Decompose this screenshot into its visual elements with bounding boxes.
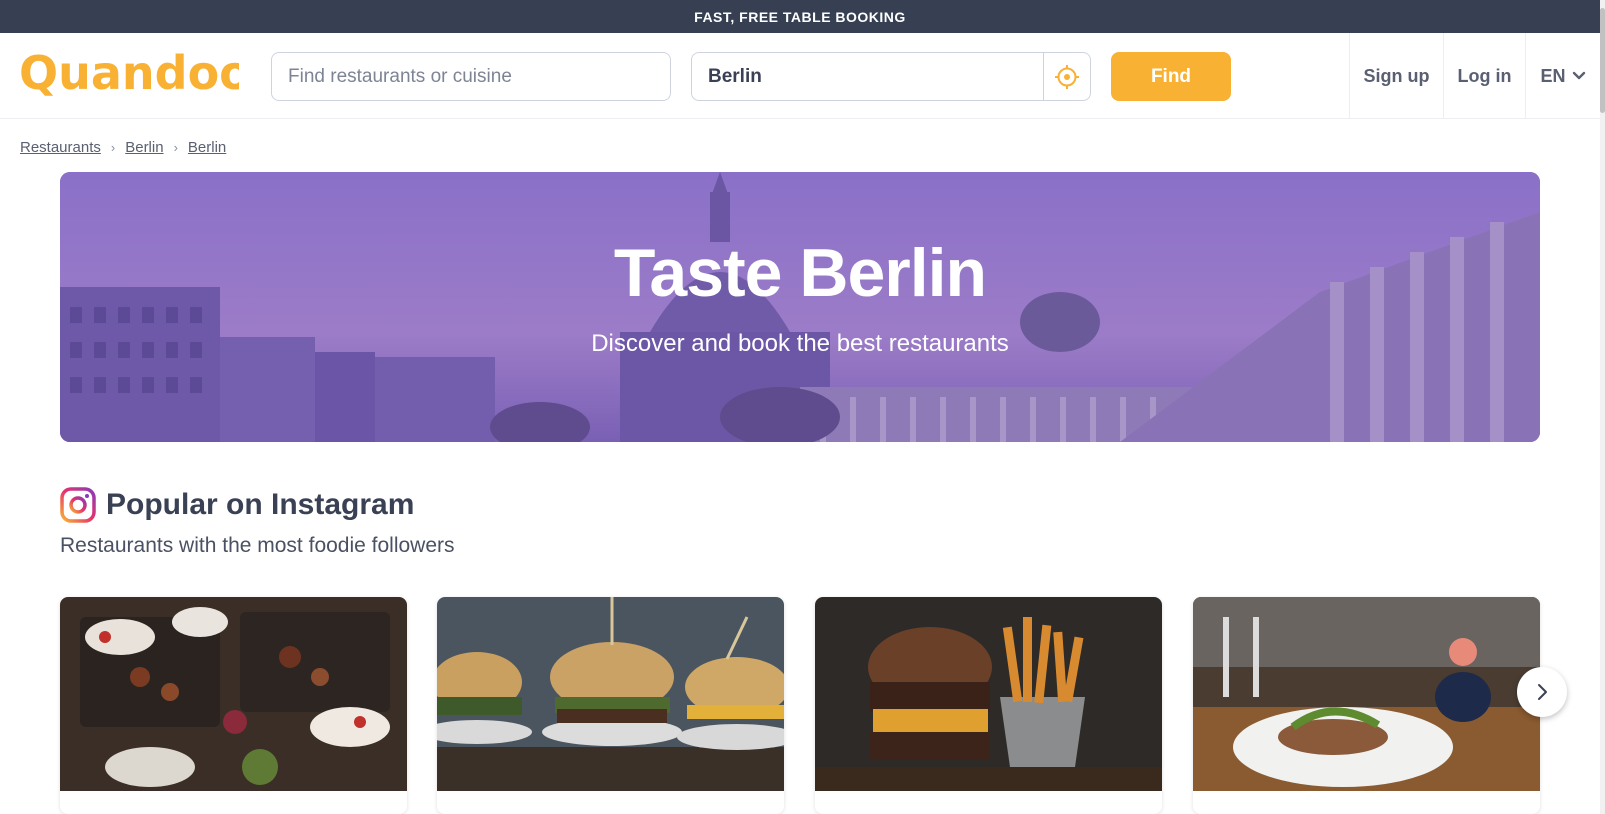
restaurant-search-input[interactable] bbox=[271, 52, 671, 101]
logo-wordmark: Quandoo bbox=[19, 46, 251, 100]
language-label: EN bbox=[1540, 65, 1566, 86]
breadcrumb-area[interactable]: Berlin bbox=[188, 139, 226, 156]
instagram-section-header: Popular on Instagram bbox=[60, 485, 414, 525]
login-label: Log in bbox=[1457, 65, 1512, 86]
breadcrumb-restaurants[interactable]: Restaurants bbox=[20, 139, 101, 156]
find-button[interactable]: Find bbox=[1111, 52, 1231, 101]
chevron-right-icon: › bbox=[173, 139, 178, 155]
chevron-right-icon bbox=[1538, 684, 1547, 700]
crosshair-icon bbox=[1055, 64, 1079, 89]
language-selector[interactable]: EN bbox=[1525, 33, 1600, 119]
promo-banner: FAST, FREE TABLE BOOKING bbox=[0, 0, 1600, 33]
chevron-right-icon: › bbox=[110, 139, 116, 155]
location-input[interactable] bbox=[692, 53, 1044, 100]
page-scrollbar[interactable] bbox=[1600, 0, 1605, 814]
restaurant-card[interactable] bbox=[437, 597, 784, 814]
breadcrumb: Restaurants › Berlin › Berlin bbox=[20, 137, 226, 157]
restaurant-carousel bbox=[60, 597, 1540, 814]
hero-title: Taste Berlin bbox=[613, 235, 987, 311]
scrollbar-thumb[interactable] bbox=[1600, 8, 1605, 113]
breadcrumb-city[interactable]: Berlin bbox=[125, 139, 163, 156]
burger-fries-photo bbox=[815, 597, 1162, 791]
restaurant-card[interactable] bbox=[60, 597, 407, 814]
grill-platter-photo bbox=[60, 597, 407, 791]
hero-subtitle: Discover and book the best restaurants bbox=[591, 330, 1009, 357]
section-subtitle: Restaurants with the most foodie followe… bbox=[60, 534, 455, 557]
signup-link[interactable]: Sign up bbox=[1349, 33, 1443, 119]
signup-label: Sign up bbox=[1363, 65, 1430, 86]
login-link[interactable]: Log in bbox=[1443, 33, 1525, 119]
restaurant-card[interactable] bbox=[815, 597, 1162, 814]
svg-text:Quandoo: Quandoo bbox=[19, 46, 239, 100]
chevron-down-icon bbox=[1572, 71, 1585, 80]
instagram-icon bbox=[60, 487, 96, 523]
burgers-photo bbox=[437, 597, 784, 791]
quandoo-logo[interactable]: Quandoo bbox=[19, 45, 251, 105]
site-header: Quandoo Find Sign up Log in EN bbox=[0, 33, 1600, 119]
location-field[interactable] bbox=[691, 52, 1091, 101]
hero-banner: Taste Berlin Discover and book the best … bbox=[60, 172, 1540, 442]
carousel-next-button[interactable] bbox=[1517, 667, 1567, 717]
promo-text: FAST, FREE TABLE BOOKING bbox=[694, 8, 906, 25]
locate-me-button[interactable] bbox=[1043, 53, 1090, 100]
restaurant-dish-photo bbox=[1193, 597, 1540, 791]
restaurant-card[interactable] bbox=[1193, 597, 1540, 814]
section-title: Popular on Instagram bbox=[106, 488, 415, 521]
